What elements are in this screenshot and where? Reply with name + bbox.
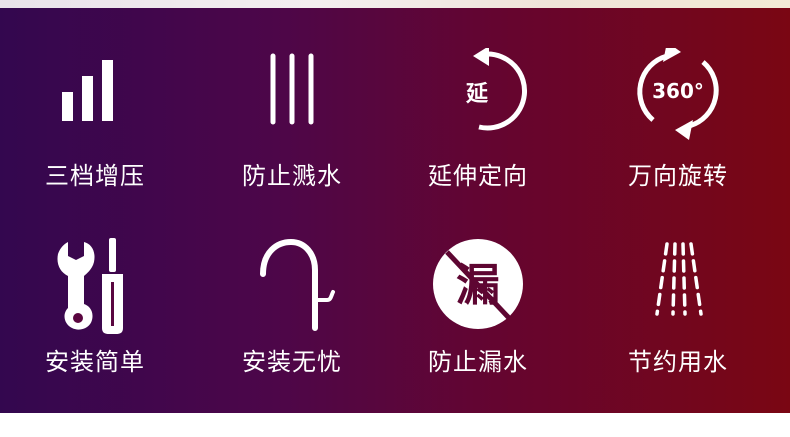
faucet-icon (260, 238, 335, 331)
feature-label: 防止漏水 (428, 348, 528, 376)
no-leak-icon: 漏 (433, 239, 523, 329)
extend-rotate-icon: 延 (465, 48, 527, 131)
feature-item: 节约用水 (583, 234, 773, 434)
spray-lines-icon (655, 242, 703, 316)
feature-label: 延伸定向 (428, 162, 528, 190)
feature-item: 360° 万向旋转 (583, 48, 773, 248)
feature-label: 安装无忧 (242, 348, 342, 376)
tools-icon (57, 238, 123, 334)
feature-item: 防止溅水 (197, 48, 387, 248)
water-streams-icon (270, 53, 314, 125)
feature-item: 三档增压 (0, 48, 190, 248)
rotate-360-icon: 360° (637, 48, 719, 140)
feature-item: 安装无忧 (197, 234, 387, 434)
signal-bars-icon (62, 60, 113, 121)
top-image-strip (0, 0, 790, 8)
feature-panel: 三档增压 防止溅水 延 延伸定向 360° 万向旋转 安装简单 安装无忧 防止漏… (0, 8, 790, 413)
bottom-margin (0, 413, 790, 437)
feature-label: 万向旋转 (628, 162, 728, 190)
feature-item: 延 延伸定向 (383, 48, 573, 248)
feature-item: 安装简单 (0, 234, 190, 434)
feature-label: 三档增压 (45, 162, 145, 190)
feature-label: 安装简单 (45, 348, 145, 376)
rotate-glyph: 360° (652, 79, 704, 103)
feature-item: 漏 防止漏水 (383, 234, 573, 434)
feature-banner: 三档增压 防止溅水 延 延伸定向 360° 万向旋转 安装简单 安装无忧 防止漏… (0, 0, 790, 437)
feature-label: 节约用水 (628, 348, 728, 376)
feature-label: 防止溅水 (242, 162, 342, 190)
extend-glyph: 延 (465, 82, 489, 107)
